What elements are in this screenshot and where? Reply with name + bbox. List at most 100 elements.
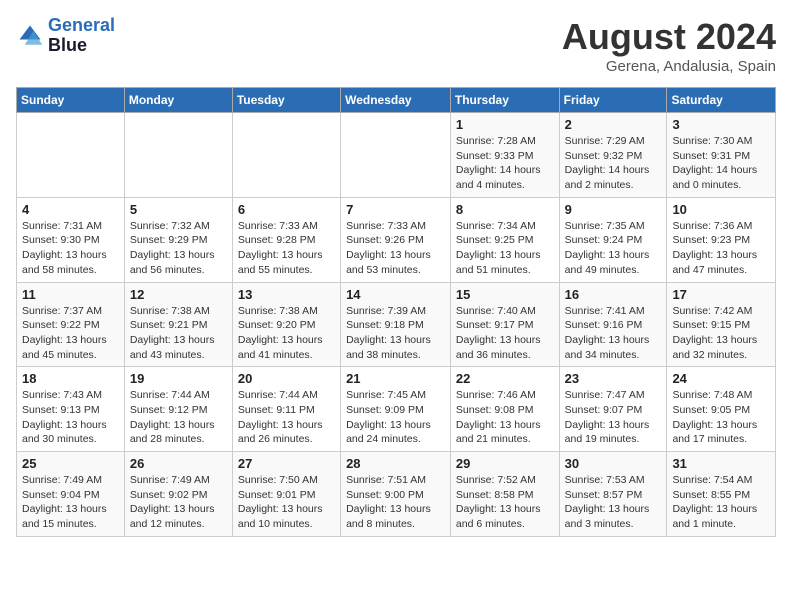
day-info: Sunrise: 7:41 AM Sunset: 9:16 PM Dayligh…: [565, 304, 662, 363]
calendar-day-cell: 1 Sunrise: 7:28 AM Sunset: 9:33 PM Daylig…: [450, 113, 559, 198]
day-info: Sunrise: 7:38 AM Sunset: 9:21 PM Dayligh…: [130, 304, 227, 363]
day-number: 21: [346, 371, 445, 386]
calendar-week-row: 18Sunrise: 7:43 AM Sunset: 9:13 PM Dayli…: [17, 367, 776, 452]
day-info: Sunrise: 7:28 AM Sunset: 9:33 PM Dayligh…: [456, 134, 554, 193]
day-info: Sunrise: 7:49 AM Sunset: 9:02 PM Dayligh…: [130, 473, 227, 532]
day-number: 23: [565, 371, 662, 386]
day-number: 29: [456, 456, 554, 471]
calendar-day-cell: 11Sunrise: 7:37 AM Sunset: 9:22 PM Dayli…: [17, 282, 125, 367]
month-title: August 2024: [562, 16, 776, 58]
page-header: General Blue August 2024 Gerena, Andalus…: [16, 16, 776, 75]
weekday-header-cell: Tuesday: [232, 88, 340, 113]
day-number: 12: [130, 287, 227, 302]
day-number: 20: [238, 371, 335, 386]
calendar-week-row: 25Sunrise: 7:49 AM Sunset: 9:04 PM Dayli…: [17, 452, 776, 537]
day-number: 7: [346, 202, 445, 217]
calendar-day-cell: 12 Sunrise: 7:38 AM Sunset: 9:21 PM Dayli…: [124, 282, 232, 367]
day-number: 28: [346, 456, 445, 471]
calendar-day-cell: 26Sunrise: 7:49 AM Sunset: 9:02 PM Dayli…: [124, 452, 232, 537]
day-info: Sunrise: 7:44 AM Sunset: 9:11 PM Dayligh…: [238, 388, 335, 447]
calendar-day-cell: 2 Sunrise: 7:29 AM Sunset: 9:32 PM Daylig…: [559, 113, 667, 198]
logo-line1: General: [48, 15, 115, 35]
calendar-day-cell: 5Sunrise: 7:32 AM Sunset: 9:29 PM Daylig…: [124, 197, 232, 282]
day-info: Sunrise: 7:44 AM Sunset: 9:12 PM Dayligh…: [130, 388, 227, 447]
calendar-day-cell: 24Sunrise: 7:48 AM Sunset: 9:05 PM Dayli…: [667, 367, 776, 452]
calendar-day-cell: 10 Sunrise: 7:36 AM Sunset: 9:23 PM Dayli…: [667, 197, 776, 282]
day-number: 24: [672, 371, 770, 386]
day-info: Sunrise: 7:43 AM Sunset: 9:13 PM Dayligh…: [22, 388, 119, 447]
calendar-day-cell: 29 Sunrise: 7:52 AM Sunset: 8:58 PM Dayli…: [450, 452, 559, 537]
calendar-day-cell: 14Sunrise: 7:39 AM Sunset: 9:18 PM Dayli…: [341, 282, 451, 367]
day-info: Sunrise: 7:32 AM Sunset: 9:29 PM Dayligh…: [130, 219, 227, 278]
day-number: 22: [456, 371, 554, 386]
day-info: Sunrise: 7:47 AM Sunset: 9:07 PM Dayligh…: [565, 388, 662, 447]
day-number: 31: [672, 456, 770, 471]
day-number: 6: [238, 202, 335, 217]
day-info: Sunrise: 7:29 AM Sunset: 9:32 PM Dayligh…: [565, 134, 662, 193]
day-info: Sunrise: 7:37 AM Sunset: 9:22 PM Dayligh…: [22, 304, 119, 363]
day-info: Sunrise: 7:40 AM Sunset: 9:17 PM Dayligh…: [456, 304, 554, 363]
calendar-day-cell: 15 Sunrise: 7:40 AM Sunset: 9:17 PM Dayli…: [450, 282, 559, 367]
day-number: 1: [456, 117, 554, 132]
calendar-day-cell: 19Sunrise: 7:44 AM Sunset: 9:12 PM Dayli…: [124, 367, 232, 452]
day-number: 15: [456, 287, 554, 302]
weekday-header-row: SundayMondayTuesdayWednesdayThursdayFrid…: [17, 88, 776, 113]
day-info: Sunrise: 7:36 AM Sunset: 9:23 PM Dayligh…: [672, 219, 770, 278]
calendar-day-cell: 18Sunrise: 7:43 AM Sunset: 9:13 PM Dayli…: [17, 367, 125, 452]
day-number: 16: [565, 287, 662, 302]
title-block: August 2024 Gerena, Andalusia, Spain: [562, 16, 776, 75]
day-info: Sunrise: 7:51 AM Sunset: 9:00 PM Dayligh…: [346, 473, 445, 532]
day-number: 25: [22, 456, 119, 471]
day-number: 10: [672, 202, 770, 217]
calendar-day-cell: 20 Sunrise: 7:44 AM Sunset: 9:11 PM Dayli…: [232, 367, 340, 452]
calendar-day-cell: 16 Sunrise: 7:41 AM Sunset: 9:16 PM Dayli…: [559, 282, 667, 367]
day-info: Sunrise: 7:35 AM Sunset: 9:24 PM Dayligh…: [565, 219, 662, 278]
calendar-day-cell: [124, 113, 232, 198]
day-number: 17: [672, 287, 770, 302]
day-info: Sunrise: 7:39 AM Sunset: 9:18 PM Dayligh…: [346, 304, 445, 363]
day-number: 27: [238, 456, 335, 471]
logo: General Blue: [16, 16, 115, 56]
day-number: 3: [672, 117, 770, 132]
day-info: Sunrise: 7:54 AM Sunset: 8:55 PM Dayligh…: [672, 473, 770, 532]
day-info: Sunrise: 7:45 AM Sunset: 9:09 PM Dayligh…: [346, 388, 445, 447]
calendar-day-cell: 30 Sunrise: 7:53 AM Sunset: 8:57 PM Dayli…: [559, 452, 667, 537]
day-number: 13: [238, 287, 335, 302]
calendar-week-row: 4 Sunrise: 7:31 AM Sunset: 9:30 PM Daylig…: [17, 197, 776, 282]
weekday-header-cell: Friday: [559, 88, 667, 113]
calendar-day-cell: 13 Sunrise: 7:38 AM Sunset: 9:20 PM Dayli…: [232, 282, 340, 367]
day-number: 8: [456, 202, 554, 217]
logo-line2: Blue: [48, 36, 115, 56]
day-number: 2: [565, 117, 662, 132]
day-info: Sunrise: 7:53 AM Sunset: 8:57 PM Dayligh…: [565, 473, 662, 532]
weekday-header-cell: Monday: [124, 88, 232, 113]
calendar-day-cell: 23 Sunrise: 7:47 AM Sunset: 9:07 PM Dayli…: [559, 367, 667, 452]
day-number: 9: [565, 202, 662, 217]
location-subtitle: Gerena, Andalusia, Spain: [562, 58, 776, 75]
weekday-header-cell: Wednesday: [341, 88, 451, 113]
day-number: 4: [22, 202, 119, 217]
calendar-day-cell: 27Sunrise: 7:50 AM Sunset: 9:01 PM Dayli…: [232, 452, 340, 537]
calendar-day-cell: [341, 113, 451, 198]
calendar-day-cell: 28 Sunrise: 7:51 AM Sunset: 9:00 PM Dayli…: [341, 452, 451, 537]
day-info: Sunrise: 7:30 AM Sunset: 9:31 PM Dayligh…: [672, 134, 770, 193]
calendar-week-row: 1 Sunrise: 7:28 AM Sunset: 9:33 PM Daylig…: [17, 113, 776, 198]
day-info: Sunrise: 7:38 AM Sunset: 9:20 PM Dayligh…: [238, 304, 335, 363]
day-info: Sunrise: 7:31 AM Sunset: 9:30 PM Dayligh…: [22, 219, 119, 278]
day-info: Sunrise: 7:46 AM Sunset: 9:08 PM Dayligh…: [456, 388, 554, 447]
calendar-day-cell: 8Sunrise: 7:34 AM Sunset: 9:25 PM Daylig…: [450, 197, 559, 282]
day-info: Sunrise: 7:42 AM Sunset: 9:15 PM Dayligh…: [672, 304, 770, 363]
calendar-day-cell: 31 Sunrise: 7:54 AM Sunset: 8:55 PM Dayli…: [667, 452, 776, 537]
calendar-table: SundayMondayTuesdayWednesdayThursdayFrid…: [16, 87, 776, 537]
day-number: 30: [565, 456, 662, 471]
weekday-header-cell: Saturday: [667, 88, 776, 113]
day-info: Sunrise: 7:33 AM Sunset: 9:26 PM Dayligh…: [346, 219, 445, 278]
calendar-week-row: 11Sunrise: 7:37 AM Sunset: 9:22 PM Dayli…: [17, 282, 776, 367]
calendar-day-cell: 6Sunrise: 7:33 AM Sunset: 9:28 PM Daylig…: [232, 197, 340, 282]
day-info: Sunrise: 7:52 AM Sunset: 8:58 PM Dayligh…: [456, 473, 554, 532]
calendar-day-cell: [232, 113, 340, 198]
logo-text: General Blue: [48, 16, 115, 56]
weekday-header-cell: Sunday: [17, 88, 125, 113]
calendar-day-cell: 4 Sunrise: 7:31 AM Sunset: 9:30 PM Daylig…: [17, 197, 125, 282]
calendar-day-cell: 21 Sunrise: 7:45 AM Sunset: 9:09 PM Dayli…: [341, 367, 451, 452]
